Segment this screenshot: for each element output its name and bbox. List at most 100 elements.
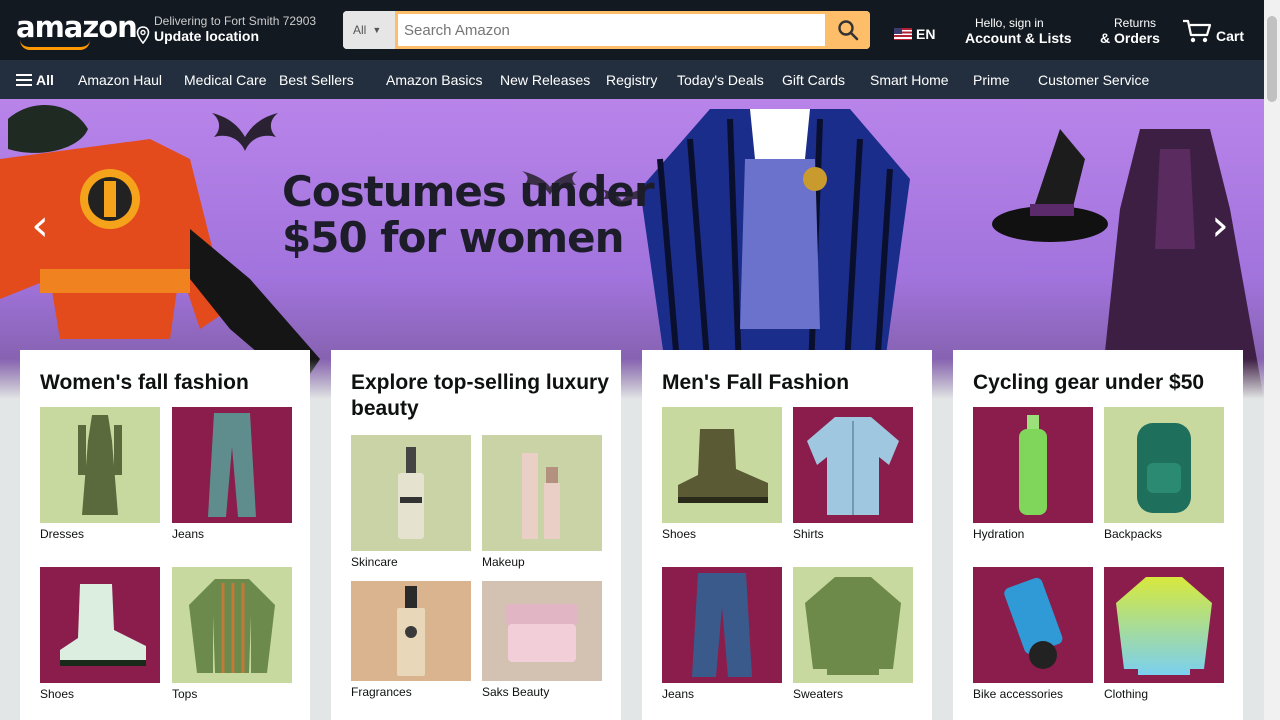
card-cycling-gear: Cycling gear under $50 Hydration Backpac… [953,350,1243,720]
tile-mens-shoes[interactable]: Shoes [662,407,782,541]
tile-makeup[interactable]: Makeup [482,435,602,569]
search-bar: All ▼ [343,11,870,49]
caret-down-icon: ▼ [372,25,382,35]
tile-hydration[interactable]: Hydration [973,407,1093,541]
logo-smile-icon [20,40,90,50]
tile-caption: Clothing [1104,687,1149,701]
tile-caption: Backpacks [1104,527,1163,541]
lipstick-icon [482,435,602,551]
hero-headline-line1: Costumes under [282,167,655,216]
jeans-icon [172,407,292,523]
chevron-right-icon: › [1211,199,1229,251]
tile-bike-accessories[interactable]: Bike accessories [973,567,1093,701]
cycling-jersey-icon [1104,567,1224,683]
tile-shoes[interactable]: Shoes [40,567,160,701]
tile-skincare[interactable]: Skincare [351,435,471,569]
subnav-item-amazon-haul[interactable]: Amazon Haul [74,67,166,93]
cart-button[interactable]: Cart [1172,6,1252,52]
serum-bottle-icon [351,435,471,551]
card-title: Women's fall fashion [40,371,249,394]
amazon-logo[interactable]: amazon [12,6,138,50]
carousel-prev-button[interactable]: ‹ [20,195,60,255]
tile-caption: Hydration [973,527,1025,541]
page-scrollbar[interactable] [1264,0,1280,720]
subnav-item-medical-care[interactable]: Medical Care [180,67,270,93]
account-and-lists-button[interactable]: Hello, sign in Account & Lists [957,6,1072,52]
hero-headline-line2: $50 for women [282,213,625,262]
all-menu-button[interactable]: All [12,67,58,93]
returns-and-orders-button[interactable]: Returns & Orders [1088,6,1166,52]
backpack-icon [1104,407,1224,523]
tile-caption: Jeans [172,527,205,541]
language-code: EN [916,26,936,42]
language-selector[interactable]: EN [888,14,938,52]
tile-jeans[interactable]: Jeans [172,407,292,541]
subnav-item-best-sellers[interactable]: Best Sellers [275,67,358,93]
search-input[interactable] [395,11,825,49]
us-flag-icon [894,28,912,40]
sweater-icon [793,567,913,683]
tile-backpacks[interactable]: Backpacks [1104,407,1224,541]
tile-sweaters[interactable]: Sweaters [793,567,913,701]
top-icon [172,567,292,683]
search-submit-button[interactable] [825,11,870,49]
all-menu-label: All [36,72,54,88]
tile-fragrances[interactable]: Fragrances [351,581,471,699]
subnav-item-new-releases[interactable]: New Releases [496,67,594,93]
card-luxury-beauty: Explore top-selling luxury beauty Skinca… [331,350,621,720]
carousel-next-button[interactable]: › [1200,195,1240,255]
phone-mount-icon [973,567,1093,683]
water-bottle-icon [973,407,1093,523]
delivery-location-button[interactable]: Delivering to Fort Smith 72903 Update lo… [130,10,332,50]
jeans-icon [662,567,782,683]
orders-label: & Orders [1100,30,1160,46]
hero-headline: Costumes under $50 for women [282,167,655,262]
subnav-item-todays-deals[interactable]: Today's Deals [673,67,768,93]
returns-label: Returns [1114,16,1157,30]
sign-in-greeting: Hello, sign in [975,16,1044,30]
tile-dresses[interactable]: Dresses [40,407,160,541]
subnav-item-prime[interactable]: Prime [969,67,1014,93]
update-location-text: Update location [154,28,260,44]
boot-icon [40,567,160,683]
tile-shirts[interactable]: Shirts [793,407,913,541]
tile-mens-jeans[interactable]: Jeans [662,567,782,701]
subnav-item-registry[interactable]: Registry [602,67,661,93]
tile-caption: Shoes [662,527,697,541]
witch-hat-image [992,129,1108,242]
search-category-label: All [353,23,367,37]
card-title: Explore top-selling luxury beauty [351,371,609,420]
tile-caption: Tops [172,687,198,701]
tile-caption: Bike accessories [973,687,1064,701]
tile-caption: Fragrances [351,685,412,699]
subnav-item-gift-cards[interactable]: Gift Cards [778,67,849,93]
tile-caption: Sweaters [793,687,844,701]
tile-caption: Jeans [662,687,695,701]
chevron-left-icon: ‹ [31,199,49,251]
tile-clothing[interactable]: Clothing [1104,567,1224,701]
card-womens-fall-fashion: Women's fall fashion Dresses Jeans Shoes… [20,350,310,720]
shirt-icon [793,407,913,523]
cart-icon [1183,19,1212,43]
search-category-dropdown[interactable]: All ▼ [343,11,395,49]
boot-icon [662,407,782,523]
tile-caption: Saks Beauty [482,685,550,699]
card-title: Men's Fall Fashion [662,371,850,394]
secondary-navigation-bar: All Amazon Haul Medical Care Best Seller… [0,60,1264,99]
top-navigation-bar: amazon Delivering to Fort Smith 72903 Up… [0,0,1264,60]
tile-saks-beauty[interactable]: Saks Beauty [482,581,602,699]
tile-caption: Dresses [40,527,85,541]
perfume-icon [351,581,471,681]
subnav-item-amazon-basics[interactable]: Amazon Basics [382,67,486,93]
cart-label: Cart [1216,28,1245,44]
search-icon [837,20,858,41]
location-pin-icon [136,26,150,44]
dress-icon [40,407,160,523]
tile-caption: Shirts [793,527,824,541]
tile-tops[interactable]: Tops [172,567,292,701]
deliver-to-text: Delivering to Fort Smith 72903 [154,14,317,28]
subnav-item-smart-home[interactable]: Smart Home [866,67,953,93]
subnav-item-customer-service[interactable]: Customer Service [1034,67,1153,93]
card-mens-fall-fashion: Men's Fall Fashion Shoes Shirts Jeans Sw… [642,350,932,720]
scrollbar-thumb[interactable] [1267,16,1277,102]
